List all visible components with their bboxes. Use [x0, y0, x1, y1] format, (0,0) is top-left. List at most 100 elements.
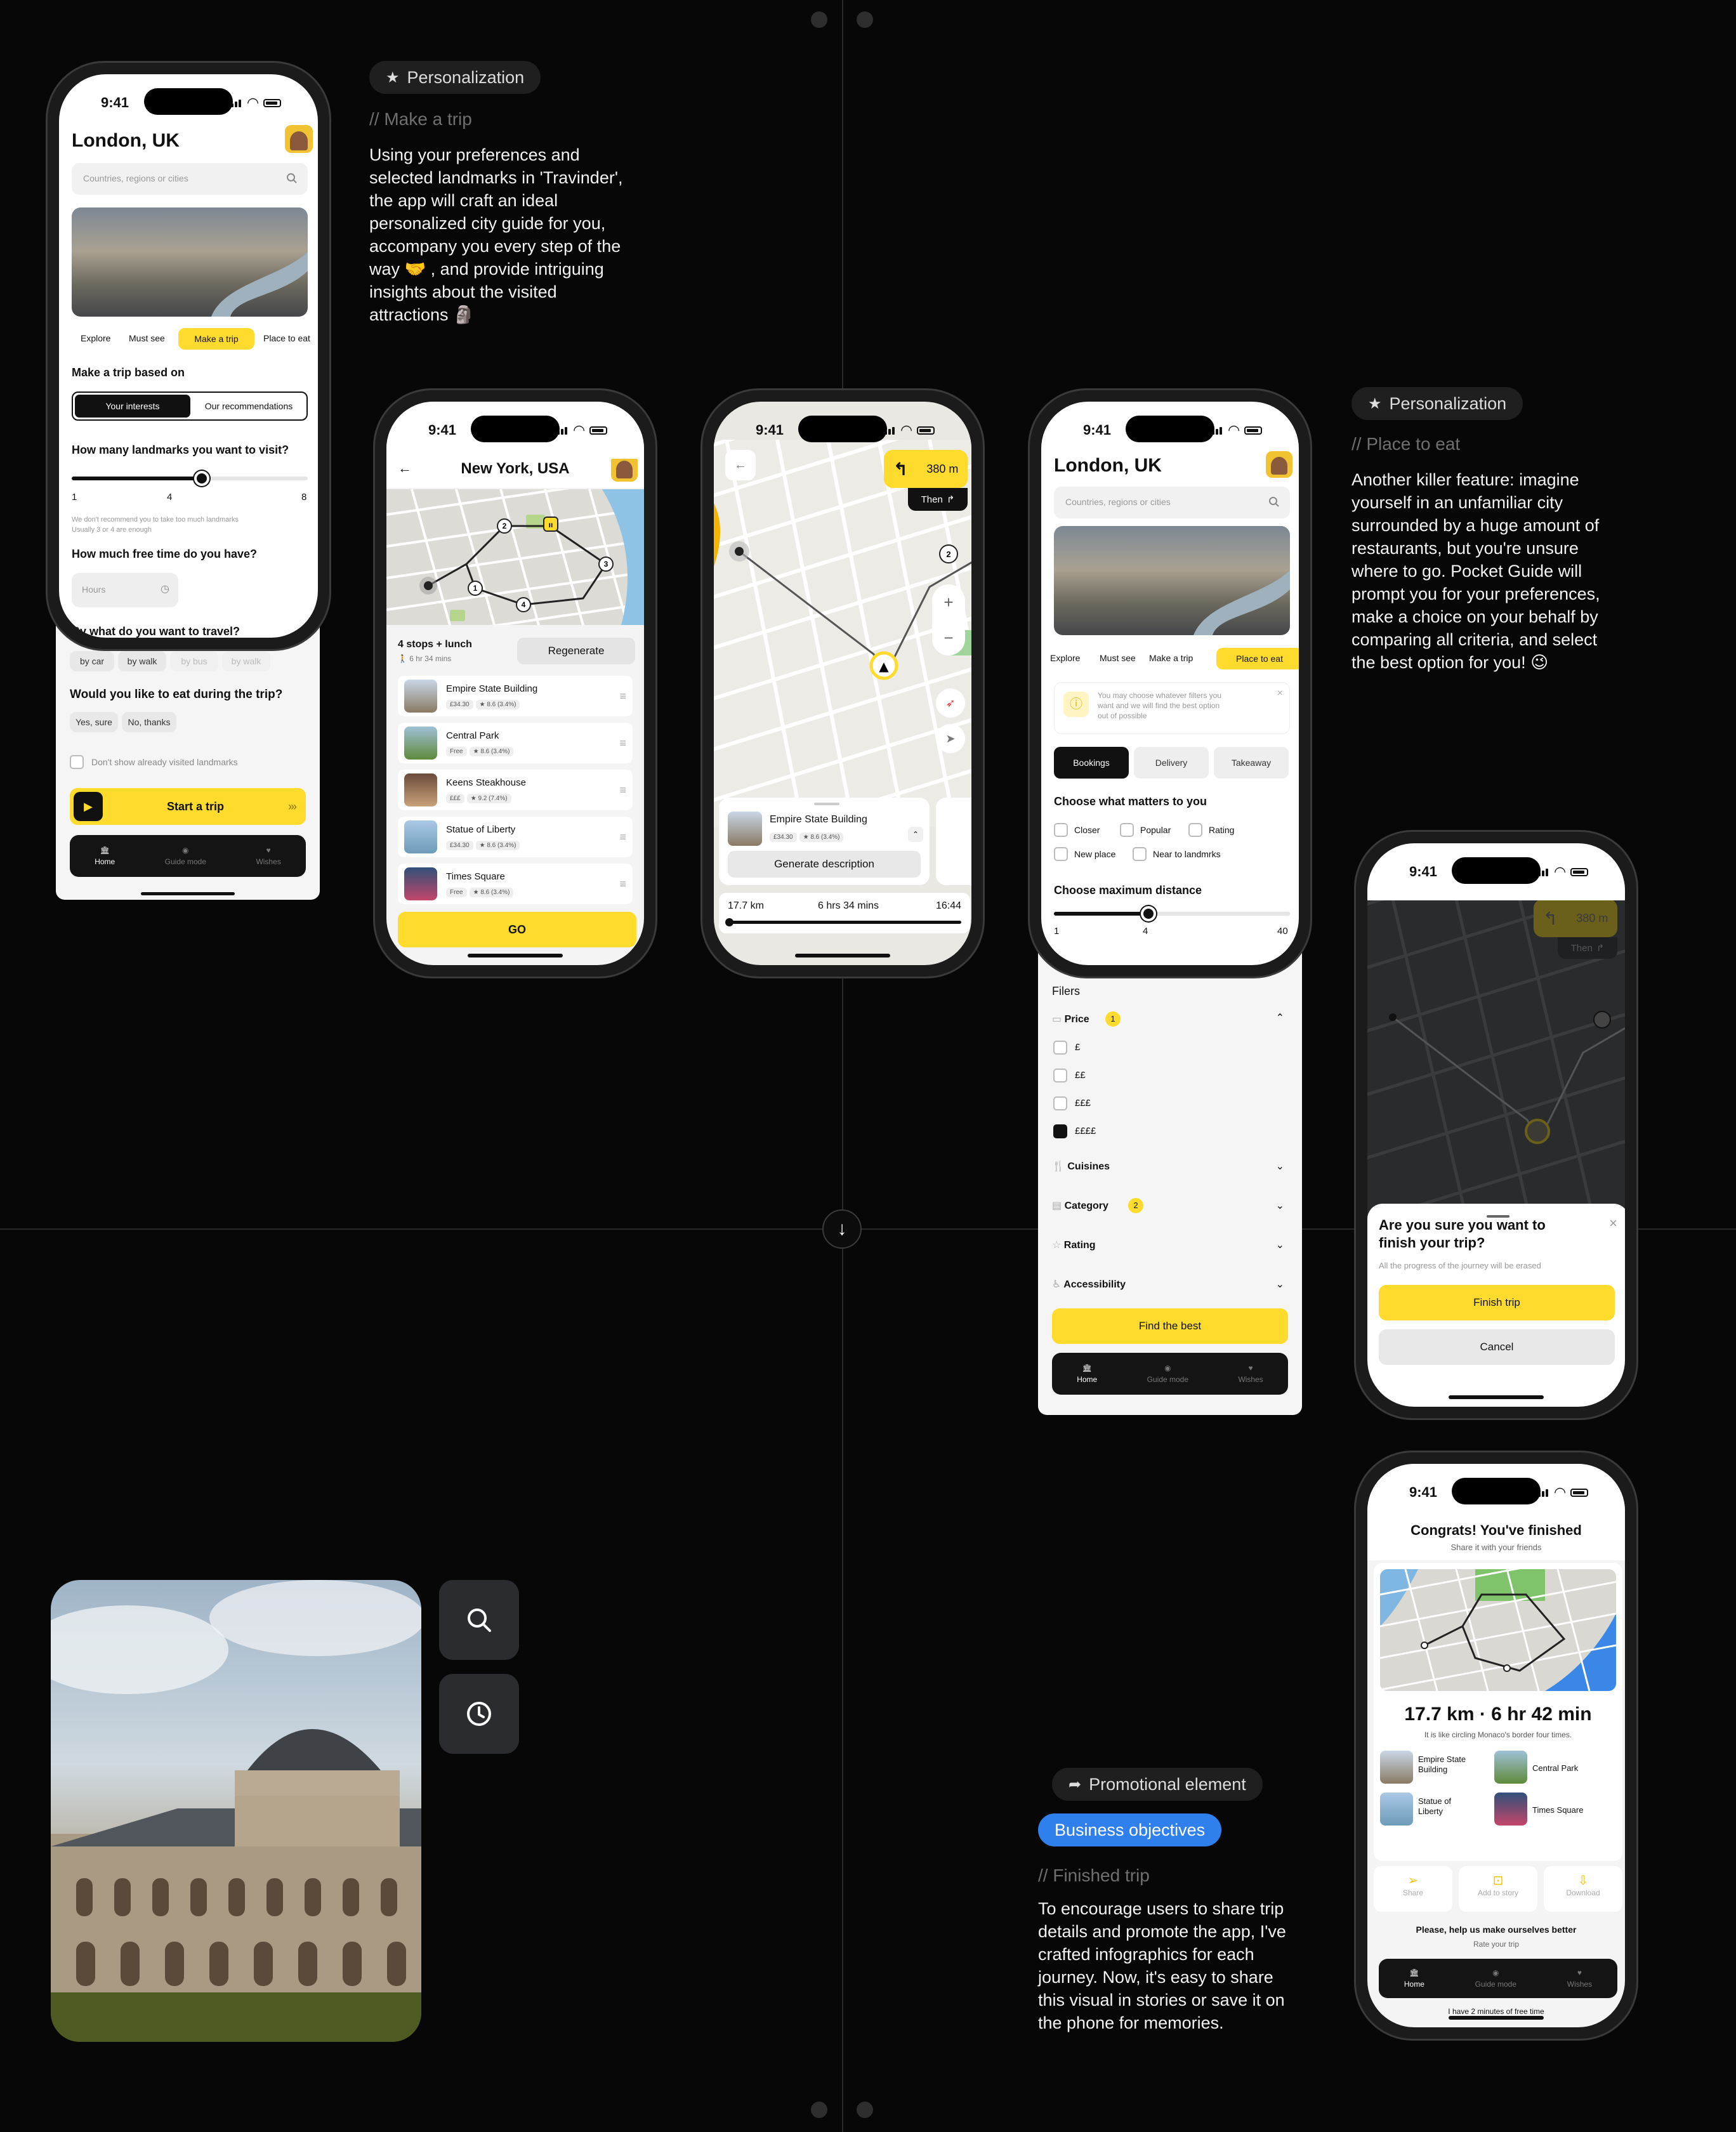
rate-trip-link[interactable]: Rate your trip	[1367, 1940, 1625, 1949]
generate-description-button[interactable]: Generate description	[728, 851, 921, 878]
closer-checkbox[interactable]	[1054, 823, 1068, 837]
tab-explore[interactable]: Explore	[1050, 653, 1080, 663]
price-option-1-checkbox[interactable]	[1053, 1041, 1067, 1055]
then-label: Then	[921, 494, 943, 505]
segment-your-interests[interactable]: Your interests	[75, 395, 190, 418]
congrats-title: Congrats! You've finished	[1410, 1522, 1582, 1538]
search-button[interactable]	[439, 1580, 519, 1660]
price-option-4-checkbox[interactable]	[1053, 1124, 1067, 1138]
avatar[interactable]	[611, 455, 638, 482]
mode-delivery[interactable]: Delivery	[1134, 747, 1209, 779]
nav-wishes[interactable]: ♥ Wishes	[1238, 1364, 1263, 1384]
slider-knob[interactable]	[194, 471, 209, 486]
hours-input[interactable]: Hours ◷	[72, 573, 178, 607]
distance-slider[interactable]	[1054, 906, 1290, 921]
chevron-up-icon[interactable]: ⌃	[1276, 1011, 1284, 1024]
search-field[interactable]: Countries, regions or cities	[1054, 487, 1290, 518]
then-label: Then	[1570, 942, 1593, 954]
chevron-up-icon[interactable]: ⌃	[908, 827, 923, 842]
stop-row[interactable]: Empire State Building £34.30 ★ 8.6 (3.4%) ≡	[398, 676, 633, 716]
find-the-best-button[interactable]: Find the best	[1052, 1308, 1288, 1344]
scroll-down-button[interactable]: ↓	[822, 1209, 862, 1249]
travel-option[interactable]: by walk	[118, 651, 166, 671]
accessibility-filter[interactable]: ♿ Accessibility	[1052, 1278, 1126, 1291]
near-landmarks-checkbox[interactable]	[1133, 847, 1147, 861]
tab-must-see[interactable]: Must see	[129, 333, 165, 343]
mode-takeaway[interactable]: Takeaway	[1214, 747, 1289, 779]
nav-guide-mode[interactable]: ◉ Guide mode	[165, 846, 206, 866]
tab-place-to-eat[interactable]: Place to eat	[1216, 648, 1299, 669]
tab-explore[interactable]: Explore	[81, 333, 110, 343]
tab-must-see[interactable]: Must see	[1100, 653, 1136, 663]
tab-make-a-trip[interactable]: Make a trip	[178, 328, 254, 350]
close-icon[interactable]: ×	[1277, 688, 1283, 699]
chevron-down-icon[interactable]: ⌄	[1276, 1278, 1284, 1291]
price-option-2-checkbox[interactable]	[1053, 1069, 1067, 1082]
next-place-card[interactable]	[936, 798, 971, 885]
price-filter[interactable]: ▭ Price	[1052, 1013, 1089, 1025]
rating-checkbox[interactable]	[1188, 823, 1202, 837]
search-field[interactable]: Countries, regions or cities	[72, 163, 308, 195]
dont-show-checkbox[interactable]	[70, 755, 84, 769]
eat-yes-chip[interactable]: Yes, sure	[70, 712, 118, 732]
drag-handle[interactable]	[1487, 1215, 1509, 1218]
drag-handle[interactable]	[814, 803, 839, 805]
rating-filter[interactable]: ☆ Rating	[1052, 1239, 1096, 1251]
drag-handle-icon[interactable]: ≡	[619, 690, 626, 703]
nav-home[interactable]: 🏛 Home	[95, 846, 115, 866]
eat-no-chip[interactable]: No, thanks	[122, 712, 176, 732]
chevron-down-icon[interactable]: ⌄	[1276, 1239, 1284, 1251]
nav-guide-mode[interactable]: ◉ Guide mode	[1147, 1364, 1188, 1384]
locate-button[interactable]: ➤	[936, 724, 965, 753]
add-to-story-button[interactable]: ⊡ Add to story	[1459, 1866, 1537, 1912]
nav-guide-mode[interactable]: ◉ Guide mode	[1475, 1968, 1516, 1989]
stop-row[interactable]: Statue of Liberty £34.30 ★ 8.6 (3.4%) ≡	[398, 817, 633, 857]
finish-trip-button[interactable]: Finish trip	[1379, 1285, 1615, 1320]
stop-row[interactable]: Times Square Free ★ 8.6 (3.4%) ≡	[398, 864, 633, 904]
go-button[interactable]: GO	[398, 912, 636, 947]
start-trip-button[interactable]: ▶ Start a trip ›››	[70, 788, 306, 825]
close-icon[interactable]: ×	[1609, 1215, 1617, 1232]
cuisines-filter[interactable]: 🍴 Cuisines	[1052, 1160, 1110, 1173]
popular-checkbox[interactable]	[1120, 823, 1134, 837]
drag-handle-icon[interactable]: ≡	[619, 784, 626, 797]
category-count-badge: 2	[1128, 1198, 1143, 1213]
price-option-3-checkbox[interactable]	[1053, 1096, 1067, 1110]
drag-handle-icon[interactable]: ≡	[619, 878, 626, 891]
category-filter[interactable]: ▤ Category	[1052, 1199, 1108, 1212]
regenerate-button[interactable]: Regenerate	[517, 638, 635, 664]
drag-handle-icon[interactable]: ≡	[619, 737, 626, 750]
download-button[interactable]: ⇩ Download	[1544, 1866, 1622, 1912]
turn-right-icon: ↱	[1596, 943, 1605, 954]
zoom-in-icon[interactable]: +	[944, 593, 953, 612]
chevron-down-icon[interactable]: ⌄	[1276, 1199, 1284, 1212]
tab-make-a-trip[interactable]: Make a trip	[1149, 653, 1193, 663]
compass-button[interactable]: ➶	[936, 688, 965, 718]
travel-option[interactable]: by car	[70, 651, 114, 671]
zoom-out-icon[interactable]: −	[944, 628, 953, 648]
place-card[interactable]: Empire State Building £34.30 ★ 8.6 (3.4%)…	[719, 798, 930, 885]
route-map[interactable]: 1 2 3 4 ıı	[386, 489, 644, 625]
chevron-down-icon[interactable]: ⌄	[1276, 1160, 1284, 1173]
nav-wishes[interactable]: ♥ Wishes	[256, 846, 280, 866]
slider-knob[interactable]	[1140, 906, 1156, 921]
rating-badge: ★ 8.6 (3.4%)	[469, 887, 514, 897]
stop-row[interactable]: Central Park Free ★ 8.6 (3.4%) ≡	[398, 723, 633, 763]
nav-home[interactable]: 🏛 Home	[1404, 1968, 1424, 1989]
segment-our-recommendations[interactable]: Our recommendations	[192, 395, 305, 418]
nav-wishes[interactable]: ♥ Wishes	[1567, 1968, 1592, 1989]
cancel-button[interactable]: Cancel	[1379, 1329, 1615, 1365]
landmarks-slider[interactable]	[72, 471, 308, 486]
tab-place-to-eat[interactable]: Place to eat	[263, 333, 310, 343]
share-button[interactable]: ➢ Share	[1374, 1866, 1452, 1912]
new-place-checkbox[interactable]	[1054, 847, 1068, 861]
travel-option[interactable]: by walk	[222, 651, 270, 671]
mode-bookings[interactable]: Bookings	[1054, 747, 1129, 779]
city-photo-illustration	[1194, 570, 1290, 635]
stop-row[interactable]: Keens Steakhouse £££ ★ 9.2 (7.4%) ≡	[398, 770, 633, 810]
drag-handle-icon[interactable]: ≡	[619, 831, 626, 844]
history-button[interactable]	[439, 1674, 519, 1754]
rating-value: 8.6 (3.4%)	[810, 834, 840, 841]
travel-option[interactable]: by bus	[170, 651, 218, 671]
nav-home[interactable]: 🏛 Home	[1077, 1364, 1097, 1384]
